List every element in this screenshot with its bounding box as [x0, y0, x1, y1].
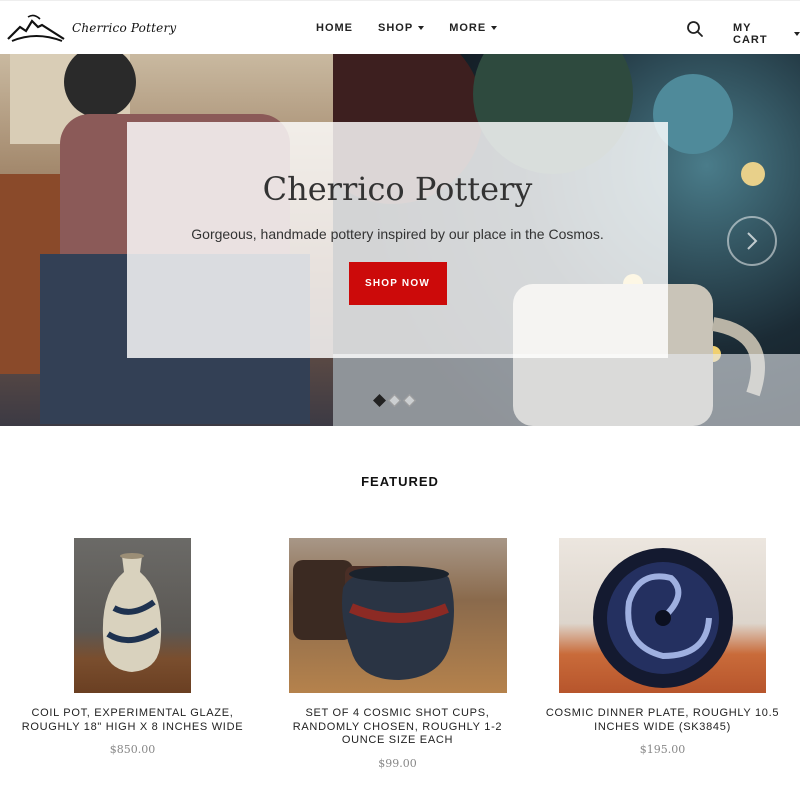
search-icon — [687, 21, 703, 37]
product-image-shot-cups[interactable] — [288, 538, 507, 693]
chevron-right-icon — [747, 232, 758, 250]
cart-label: MY CART — [733, 22, 768, 46]
shop-now-button[interactable]: SHOP NOW — [348, 262, 447, 305]
product-card[interactable]: SET OF 4 COSMIC SHOT CUPS, RANDOMLY CHOS… — [280, 538, 515, 770]
nav-shop-label: SHOP — [378, 22, 414, 34]
featured-heading: FEATURED — [361, 474, 439, 489]
cart-link[interactable]: MY CART — [733, 22, 800, 46]
product-name[interactable]: COIL POT, EXPERIMENTAL GLAZE, ROUGHLY 18… — [15, 707, 250, 734]
product-price: $850.00 — [109, 743, 156, 756]
product-name[interactable]: SET OF 4 COSMIC SHOT CUPS, RANDOMLY CHOS… — [280, 707, 515, 748]
slider-dot-1[interactable] — [373, 394, 386, 407]
slider-dot-2[interactable] — [388, 394, 401, 407]
nav-home[interactable]: HOME — [316, 22, 353, 34]
hero-slider: Cherrico Pottery Gorgeous, handmade pott… — [0, 54, 800, 426]
nav-more-label: MORE — [449, 22, 487, 34]
site-header: Cherrico Pottery HOME SHOP MORE MY CART — [0, 0, 800, 54]
caret-down-icon — [491, 26, 498, 30]
slider-dots — [373, 394, 416, 407]
logo[interactable]: Cherrico Pottery — [6, 13, 176, 43]
slider-next-button[interactable] — [727, 216, 777, 266]
product-price: $195.00 — [639, 743, 686, 756]
hero-caption: Cherrico Pottery Gorgeous, handmade pott… — [127, 122, 668, 358]
pottery-logo-icon — [7, 14, 65, 42]
product-name[interactable]: COSMIC DINNER PLATE, ROUGHLY 10.5 INCHES… — [540, 707, 785, 734]
hero-title: Cherrico Pottery — [262, 170, 533, 208]
product-price: $99.00 — [378, 756, 417, 770]
caret-down-icon — [794, 32, 800, 36]
search-button[interactable] — [686, 20, 704, 38]
hero-subtitle: Gorgeous, handmade pottery inspired by o… — [191, 226, 604, 242]
product-card[interactable]: COSMIC DINNER PLATE, ROUGHLY 10.5 INCHES… — [540, 538, 785, 756]
nav-home-label: HOME — [316, 22, 353, 34]
product-image-coil-pot[interactable] — [74, 538, 191, 693]
nav-more[interactable]: MORE — [449, 22, 498, 34]
product-image-dinner-plate[interactable] — [559, 538, 766, 693]
slider-dot-3[interactable] — [403, 394, 416, 407]
main-nav: HOME SHOP MORE — [316, 22, 498, 34]
caret-down-icon — [418, 26, 425, 30]
brand-name: Cherrico Pottery — [72, 21, 177, 35]
nav-shop[interactable]: SHOP — [378, 22, 425, 34]
product-card[interactable]: COIL POT, EXPERIMENTAL GLAZE, ROUGHLY 18… — [15, 538, 250, 756]
